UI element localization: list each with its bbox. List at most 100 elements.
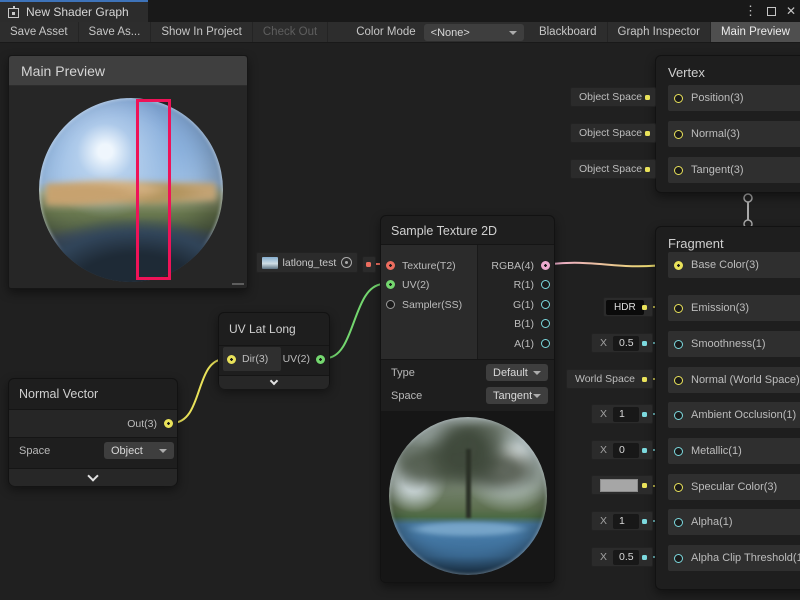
uv-lat-long-input: Dir(3) bbox=[223, 347, 281, 371]
port-smoothness[interactable] bbox=[674, 340, 683, 349]
fragment-slot-ambient-occlusion: Ambient Occlusion(1) bbox=[668, 402, 800, 428]
environment-road bbox=[39, 219, 223, 282]
binding-object-space-3[interactable]: Object Space bbox=[570, 159, 656, 179]
window-menu-icon[interactable]: ⋮ bbox=[744, 0, 757, 22]
port-normal[interactable] bbox=[674, 130, 683, 139]
maximize-icon[interactable] bbox=[767, 7, 776, 16]
input-texture: Texture(T2) bbox=[386, 256, 456, 275]
color-mode-dropdown[interactable]: <None> bbox=[424, 24, 524, 41]
tab-title: New Shader Graph bbox=[26, 5, 129, 19]
port-metallic[interactable] bbox=[674, 447, 683, 456]
port-out-output[interactable] bbox=[164, 419, 173, 428]
port-g-output[interactable] bbox=[541, 300, 550, 309]
output-g: G(1) bbox=[513, 295, 550, 314]
fragment-slot-normal-ws: Normal (World Space)(3) bbox=[668, 367, 800, 393]
ambient-occlusion-value-widget[interactable]: X 1 bbox=[591, 404, 653, 424]
normal-vector-title: Normal Vector bbox=[9, 379, 177, 407]
port-sampler-input[interactable] bbox=[386, 300, 395, 309]
output-b: B(1) bbox=[514, 314, 550, 333]
node-uv-lat-long[interactable]: UV Lat Long Dir(3) UV(2) bbox=[218, 312, 330, 388]
shader-graph-icon bbox=[8, 6, 20, 18]
dropdown-arrow-icon bbox=[533, 394, 541, 398]
port-texture-input[interactable] bbox=[386, 261, 395, 270]
emission-hdr-widget[interactable]: HDR bbox=[603, 297, 653, 317]
chevron-down-icon bbox=[270, 376, 278, 384]
fragment-slot-alpha: Alpha(1) bbox=[668, 509, 800, 535]
input-sampler: Sampler(SS) bbox=[386, 295, 462, 314]
binding-dot bbox=[645, 131, 650, 136]
node-fragment[interactable]: Fragment Base Color(3) Emission(3) Smoot… bbox=[655, 226, 800, 590]
port-uv-input[interactable] bbox=[386, 280, 395, 289]
port-ambient-occlusion[interactable] bbox=[674, 411, 683, 420]
port-b-output[interactable] bbox=[541, 319, 550, 328]
port-alpha[interactable] bbox=[674, 518, 683, 527]
texture-asset-field[interactable]: latlong_test bbox=[256, 252, 358, 273]
collapse-bar[interactable] bbox=[9, 468, 177, 486]
port-normal-world-space[interactable] bbox=[674, 376, 683, 385]
sample-texture-title: Sample Texture 2D bbox=[381, 216, 554, 244]
alpha-clip-value-widget[interactable]: X 0.5 bbox=[591, 547, 653, 567]
space-dropdown[interactable]: Tangent bbox=[486, 387, 548, 404]
close-icon[interactable]: ✕ bbox=[786, 0, 796, 22]
binding-dot bbox=[645, 167, 650, 172]
fragment-slot-alpha-clip: Alpha Clip Threshold(1) bbox=[668, 545, 800, 571]
port-a-output[interactable] bbox=[541, 339, 550, 348]
check-out-button: Check Out bbox=[253, 22, 328, 42]
port-emission[interactable] bbox=[674, 304, 683, 313]
space-label: Space bbox=[391, 390, 422, 402]
show-in-project-button[interactable]: Show In Project bbox=[151, 22, 253, 42]
collapse-bar[interactable] bbox=[219, 375, 329, 389]
chevron-down-icon bbox=[87, 470, 98, 481]
save-as-button[interactable]: Save As... bbox=[79, 22, 152, 42]
dropdown-arrow-icon bbox=[509, 31, 517, 35]
save-asset-button[interactable]: Save Asset bbox=[0, 22, 79, 42]
metallic-value-widget[interactable]: X 0 bbox=[591, 440, 653, 460]
object-picker-icon[interactable] bbox=[341, 257, 352, 268]
node-sample-texture-2d[interactable]: Sample Texture 2D Texture(T2) UV(2) Samp… bbox=[380, 215, 555, 583]
texture-asset-port-dot bbox=[362, 256, 376, 273]
alpha-value-widget[interactable]: X 1 bbox=[591, 511, 653, 531]
normal-vector-space-label: Space bbox=[19, 445, 50, 457]
main-preview-header[interactable]: Main Preview bbox=[9, 56, 247, 86]
vertex-slot-tangent: Tangent(3) bbox=[668, 157, 800, 183]
binding-object-space-2[interactable]: Object Space bbox=[570, 123, 656, 143]
output-rgba: RGBA(4) bbox=[491, 256, 550, 275]
output-r: R(1) bbox=[514, 275, 550, 294]
port-dir-input[interactable] bbox=[227, 355, 236, 364]
graph-inspector-button[interactable]: Graph Inspector bbox=[608, 22, 711, 42]
tab-new-shader-graph[interactable]: New Shader Graph bbox=[0, 0, 148, 22]
main-preview-panel[interactable]: Main Preview bbox=[8, 55, 248, 289]
binding-object-space-1[interactable]: Object Space bbox=[570, 87, 656, 107]
toolbar: Save Asset Save As... Show In Project Ch… bbox=[0, 22, 800, 43]
port-base-color[interactable] bbox=[674, 261, 683, 270]
panel-resize-grip[interactable] bbox=[232, 283, 244, 285]
port-r-output[interactable] bbox=[541, 280, 550, 289]
normal-world-space-binding[interactable]: World Space bbox=[566, 369, 653, 389]
blackboard-button[interactable]: Blackboard bbox=[529, 22, 608, 42]
normal-vector-space-dropdown[interactable]: Object bbox=[104, 442, 174, 459]
output-a: A(1) bbox=[514, 334, 550, 353]
type-dropdown[interactable]: Default bbox=[486, 364, 548, 381]
preview-selection-rect bbox=[136, 99, 171, 280]
color-swatch[interactable] bbox=[600, 479, 638, 492]
color-mode-value: <None> bbox=[431, 27, 470, 39]
specular-color-widget[interactable] bbox=[591, 475, 653, 495]
port-rgba-output[interactable] bbox=[541, 261, 550, 270]
vertex-slot-normal: Normal(3) bbox=[668, 121, 800, 147]
port-position[interactable] bbox=[674, 94, 683, 103]
uv-lat-long-title: UV Lat Long bbox=[219, 313, 329, 342]
node-vertex[interactable]: Vertex Position(3) Normal(3) Tangent(3) bbox=[655, 55, 800, 193]
uv-lat-long-output: UV(2) bbox=[283, 347, 325, 371]
port-alpha-clip-threshold[interactable] bbox=[674, 554, 683, 563]
port-uv-output[interactable] bbox=[316, 355, 325, 364]
port-tangent[interactable] bbox=[674, 166, 683, 175]
main-preview-button[interactable]: Main Preview bbox=[711, 22, 800, 42]
fragment-slot-emission: Emission(3) bbox=[668, 295, 800, 321]
node-normal-vector[interactable]: Normal Vector Out(3) Space Object bbox=[8, 378, 178, 486]
port-specular-color[interactable] bbox=[674, 483, 683, 492]
vertex-slot-position: Position(3) bbox=[668, 85, 800, 111]
shader-graph-window: New Shader Graph ⋮ ✕ Save Asset Save As.… bbox=[0, 0, 800, 600]
texture-thumbnail bbox=[262, 257, 278, 269]
smoothness-value-widget[interactable]: X 0.5 bbox=[591, 333, 653, 353]
normal-vector-output-row: Out(3) bbox=[9, 410, 177, 437]
